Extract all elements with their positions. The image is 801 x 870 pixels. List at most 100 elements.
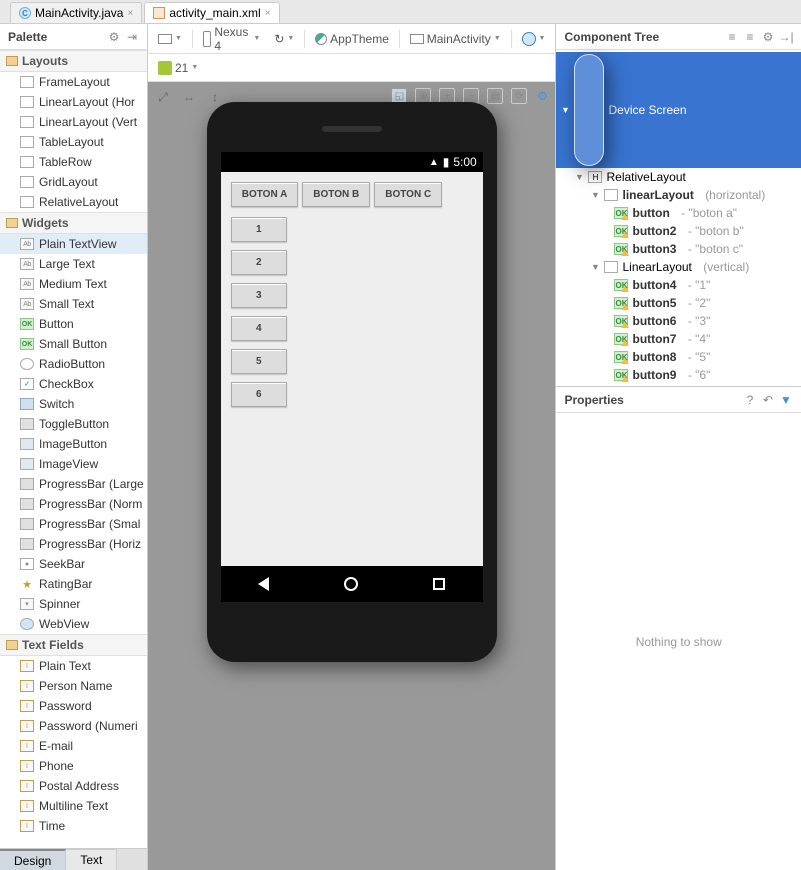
capture-icon[interactable]: ▤: [487, 88, 503, 104]
palette-item-smallbutton[interactable]: OKSmall Button: [0, 334, 147, 354]
palette-item-checkbox[interactable]: ✓CheckBox: [0, 374, 147, 394]
palette-item-seekbar[interactable]: ●SeekBar: [0, 554, 147, 574]
tree-linearlayout-v[interactable]: ▼LinearLayout (vertical): [556, 258, 801, 276]
palette-item-spinner[interactable]: ▾Spinner: [0, 594, 147, 614]
home-icon[interactable]: [344, 577, 358, 591]
palette-item-gridlayout[interactable]: GridLayout: [0, 172, 147, 192]
help-icon[interactable]: ?: [743, 393, 757, 407]
palette-item-linearlayout-v[interactable]: LinearLayout (Vert: [0, 112, 147, 132]
palette-item-mediumtext[interactable]: AbMedium Text: [0, 274, 147, 294]
tree-button9[interactable]: OKbutton9 - "6": [556, 366, 801, 384]
palette-item-password-numeric[interactable]: IPassword (Numeri: [0, 716, 147, 736]
palette-item-tablerow[interactable]: TableRow: [0, 152, 147, 172]
tab-design[interactable]: Design: [0, 849, 66, 870]
collapse-icon[interactable]: ⇥: [125, 30, 139, 44]
palette-item-progress-large[interactable]: ProgressBar (Large: [0, 474, 147, 494]
palette-item-imageview[interactable]: ImageView: [0, 454, 147, 474]
button-4[interactable]: 4: [231, 316, 287, 341]
tree-button5[interactable]: OKbutton5 - "2": [556, 294, 801, 312]
api-dropdown[interactable]: 21▼: [154, 59, 202, 77]
tree-button2[interactable]: OKbutton2 - "boton b": [556, 222, 801, 240]
file-tab-xml[interactable]: activity_main.xml ×: [144, 2, 279, 23]
palette-item-personname[interactable]: IPerson Name: [0, 676, 147, 696]
settings-icon[interactable]: ⚙: [535, 89, 549, 103]
wrap-height-icon[interactable]: ↕: [206, 88, 224, 106]
activity-dropdown[interactable]: MainActivity▼: [406, 30, 505, 48]
button-1[interactable]: 1: [231, 217, 287, 242]
palette-item-relativelayout[interactable]: RelativeLayout: [0, 192, 147, 212]
orientation-dropdown[interactable]: ↻▼: [270, 30, 298, 48]
group-widgets[interactable]: Widgets: [0, 212, 147, 234]
hide-icon[interactable]: →|: [779, 30, 793, 44]
button-2[interactable]: 2: [231, 250, 287, 275]
collapse-icon[interactable]: ≡: [743, 30, 757, 44]
button-5[interactable]: 5: [231, 349, 287, 374]
palette-item-time[interactable]: ITime: [0, 816, 147, 836]
tab-text[interactable]: Text: [66, 849, 117, 870]
palette-item-password[interactable]: IPassword: [0, 696, 147, 716]
palette-item-progress-horiz[interactable]: ProgressBar (Horiz: [0, 534, 147, 554]
palette-item-progress-normal[interactable]: ProgressBar (Norm: [0, 494, 147, 514]
tree-button7[interactable]: OKbutton7 - "4": [556, 330, 801, 348]
tree-relativelayout[interactable]: ▼HRelativeLayout: [556, 168, 801, 186]
progress-icon: [20, 518, 34, 530]
palette-item-toggle[interactable]: ToggleButton: [0, 414, 147, 434]
boton-c[interactable]: BOTON C: [374, 182, 442, 207]
seekbar-icon: ●: [20, 558, 34, 570]
expand-icon[interactable]: ≡: [725, 30, 739, 44]
locale-dropdown[interactable]: ▼: [518, 30, 550, 48]
palette-item-framelayout[interactable]: FrameLayout: [0, 72, 147, 92]
empty-message: Nothing to show: [636, 635, 722, 649]
theme-dropdown[interactable]: AppTheme: [311, 30, 393, 48]
palette-item-textview[interactable]: AbPlain TextView: [0, 234, 147, 254]
boton-b[interactable]: BOTON B: [302, 182, 370, 207]
vertical-buttons: 1 2 3 4 5 6: [231, 217, 473, 407]
gear-icon[interactable]: ⚙: [761, 30, 775, 44]
palette-item-switch[interactable]: Switch: [0, 394, 147, 414]
palette-item-rating[interactable]: ★RatingBar: [0, 574, 147, 594]
palette-item-smalltext[interactable]: AbSmall Text: [0, 294, 147, 314]
device-dropdown[interactable]: Nexus 4▼: [199, 23, 265, 55]
tree-button[interactable]: OKbutton - "boton a": [556, 204, 801, 222]
undo-icon[interactable]: ↶: [761, 393, 775, 407]
filter-icon[interactable]: ▼: [779, 393, 793, 407]
gear-icon[interactable]: ⚙: [107, 30, 121, 44]
close-icon[interactable]: ×: [265, 8, 271, 19]
file-tab-java[interactable]: C MainActivity.java ×: [10, 2, 142, 23]
palette-item-progress-small[interactable]: ProgressBar (Smal: [0, 514, 147, 534]
xml-file-icon: [153, 7, 165, 19]
refresh-icon[interactable]: ⟳: [511, 88, 527, 104]
tree-linearlayout-h[interactable]: ▼linearLayout (horizontal): [556, 186, 801, 204]
tree-device-screen[interactable]: ▼Device Screen: [556, 52, 801, 168]
boton-a[interactable]: BOTON A: [231, 182, 299, 207]
wrap-width-icon[interactable]: ↔: [180, 88, 198, 106]
recents-icon[interactable]: [433, 578, 445, 590]
viewport-icon[interactable]: ⤢: [154, 88, 172, 106]
component-tree-header: Component Tree ≡ ≡ ⚙ →|: [556, 24, 801, 50]
back-icon[interactable]: [258, 577, 269, 591]
palette-item-plaintext[interactable]: IPlain Text: [0, 656, 147, 676]
palette-item-linearlayout-h[interactable]: LinearLayout (Hor: [0, 92, 147, 112]
palette-item-postal[interactable]: IPostal Address: [0, 776, 147, 796]
palette-item-multiline[interactable]: IMultiline Text: [0, 796, 147, 816]
palette-item-button[interactable]: OKButton: [0, 314, 147, 334]
palette-item-email[interactable]: IE-mail: [0, 736, 147, 756]
button-6[interactable]: 6: [231, 382, 287, 407]
tree-button3[interactable]: OKbutton3 - "boton c": [556, 240, 801, 258]
button-icon: OK: [614, 225, 628, 237]
close-icon[interactable]: ×: [127, 8, 133, 19]
palette-item-phone[interactable]: IPhone: [0, 756, 147, 776]
palette-item-imagebutton[interactable]: ImageButton: [0, 434, 147, 454]
palette-item-webview[interactable]: WebView: [0, 614, 147, 634]
palette-item-tablelayout[interactable]: TableLayout: [0, 132, 147, 152]
tree-button4[interactable]: OKbutton4 - "1": [556, 276, 801, 294]
palette-item-largetext[interactable]: AbLarge Text: [0, 254, 147, 274]
palette-item-radio[interactable]: RadioButton: [0, 354, 147, 374]
group-textfields[interactable]: Text Fields: [0, 634, 147, 656]
design-canvas[interactable]: ⤢ ↔ ↕ ◱ ⊕ + − ▤ ⟳ ⚙ ▲ ▮ 5:00: [148, 82, 555, 870]
config-dropdown[interactable]: ▼: [154, 32, 186, 46]
tree-button6[interactable]: OKbutton6 - "3": [556, 312, 801, 330]
button-3[interactable]: 3: [231, 283, 287, 308]
group-layouts[interactable]: Layouts: [0, 50, 147, 72]
tree-button8[interactable]: OKbutton8 - "5": [556, 348, 801, 366]
